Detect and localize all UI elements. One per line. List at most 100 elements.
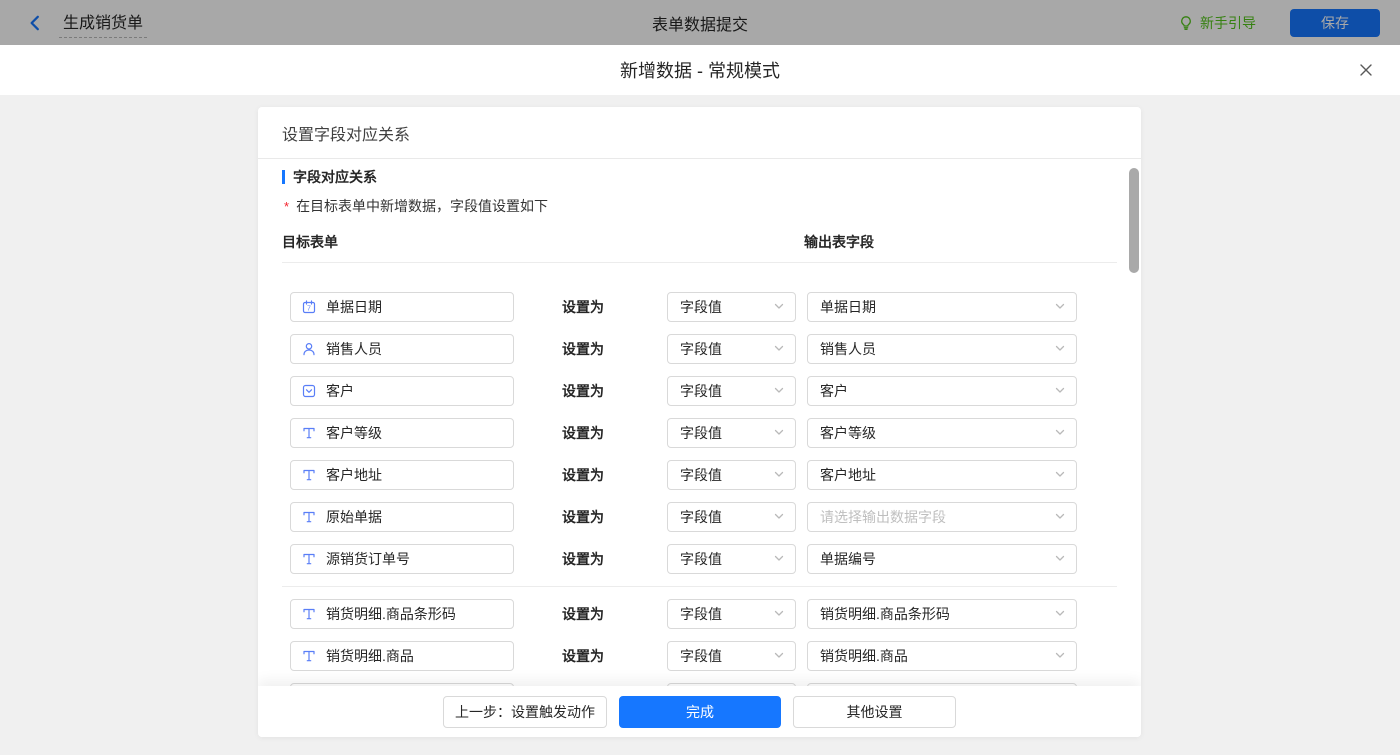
modal-overlay-mask [0, 0, 1400, 45]
chevron-down-icon [773, 299, 785, 315]
set-as-label: 设置为 [562, 465, 618, 485]
output-field-select[interactable]: 销货明细.商品条形码 [807, 599, 1077, 629]
select-placeholder: 请选择输出数据字段 [820, 507, 946, 527]
section-title: 字段对应关系 [282, 167, 1117, 187]
text-field-icon [301, 509, 317, 525]
field-mapping-card: 设置字段对应关系 字段对应关系 * 在目标表单中新增数据，字段值设置如下 目标表… [258, 107, 1141, 737]
mapping-row: 客户地址 设置为 字段值 客户地址 [282, 460, 1117, 490]
done-button[interactable]: 完成 [619, 696, 781, 728]
chevron-down-icon [1054, 509, 1066, 525]
previous-step-button[interactable]: 上一步：设置触发动作 [443, 696, 607, 728]
output-field-select[interactable]: 销货明细.商品 [807, 641, 1077, 671]
other-settings-button[interactable]: 其他设置 [793, 696, 956, 728]
target-field-box: 客户 [290, 376, 514, 406]
target-field-label: 销售人员 [326, 339, 382, 359]
chevron-down-icon [1054, 467, 1066, 483]
top-bar: 生成销货单 表单数据提交 新手引导 保存 [0, 0, 1400, 45]
mapping-row: 客户 设置为 字段值 客户 [282, 376, 1117, 406]
output-field-select[interactable]: 单据编号 [807, 544, 1077, 574]
chevron-down-icon [773, 383, 785, 399]
set-as-label: 设置为 [562, 507, 618, 527]
column-target-form: 目标表单 [282, 234, 338, 250]
date-field-icon: 7 [301, 299, 317, 315]
value-type-select[interactable]: 字段值 [667, 292, 796, 322]
target-field-box: 销货明细.商品 [290, 641, 514, 671]
target-field-label: 销货明细.商品条形码 [326, 604, 456, 624]
mapping-row: 7 单据日期 设置为 字段值 单据日期 [282, 292, 1117, 322]
mapping-row: 客户等级 设置为 字段值 客户等级 [282, 418, 1117, 448]
output-field-select[interactable]: 单据日期 [807, 292, 1077, 322]
mapping-hint: * 在目标表单中新增数据，字段值设置如下 [282, 196, 1117, 216]
chevron-down-icon [1054, 425, 1066, 441]
set-as-label: 设置为 [562, 646, 618, 666]
output-field-select[interactable]: 客户 [807, 376, 1077, 406]
mapping-row: 销货明细.商品条形码 设置为 字段值 销货明细.商品条形码 [282, 599, 1117, 629]
value-type-select[interactable]: 字段值 [667, 418, 796, 448]
mapping-row: 销货明细.商品 设置为 字段值 销货明细.商品 [282, 641, 1117, 671]
select-field-icon [301, 383, 317, 399]
chevron-down-icon [1054, 551, 1066, 567]
target-field-box: 客户等级 [290, 418, 514, 448]
output-field-select[interactable]: 请选择输出数据字段 [807, 502, 1077, 532]
text-field-icon [301, 606, 317, 622]
group-divider [282, 586, 1117, 587]
column-output-fields: 输出表字段 [804, 232, 874, 252]
text-field-icon [301, 648, 317, 664]
text-field-icon [301, 467, 317, 483]
set-as-label: 设置为 [562, 549, 618, 569]
modal-header: 新增数据 - 常规模式 [0, 45, 1400, 95]
modal-title: 新增数据 - 常规模式 [620, 57, 780, 83]
text-field-icon [301, 425, 317, 441]
target-field-box: 7 单据日期 [290, 292, 514, 322]
modal-body: 设置字段对应关系 字段对应关系 * 在目标表单中新增数据，字段值设置如下 目标表… [0, 95, 1400, 755]
target-field-label: 销货明细.商品 [326, 646, 414, 666]
value-type-select[interactable]: 字段值 [667, 544, 796, 574]
chevron-down-icon [773, 425, 785, 441]
chevron-down-icon [773, 648, 785, 664]
target-field-box: 客户地址 [290, 460, 514, 490]
set-as-label: 设置为 [562, 604, 618, 624]
chevron-down-icon [773, 467, 785, 483]
target-field-label: 客户地址 [326, 465, 382, 485]
value-type-select[interactable]: 字段值 [667, 641, 796, 671]
output-field-select[interactable]: 客户等级 [807, 418, 1077, 448]
chevron-down-icon [773, 606, 785, 622]
set-as-label: 设置为 [562, 339, 618, 359]
user-field-icon [301, 341, 317, 357]
close-icon[interactable] [1358, 62, 1374, 83]
chevron-down-icon [773, 509, 785, 525]
target-field-label: 源销货订单号 [326, 549, 410, 569]
target-field-box: 源销货订单号 [290, 544, 514, 574]
card-footer: 上一步：设置触发动作 完成 其他设置 [258, 686, 1141, 737]
set-as-label: 设置为 [562, 423, 618, 443]
target-field-label: 客户 [326, 381, 354, 401]
chevron-down-icon [1054, 648, 1066, 664]
output-field-select[interactable]: 客户地址 [807, 460, 1077, 490]
output-field-select[interactable]: 销售人员 [807, 334, 1077, 364]
chevron-down-icon [773, 341, 785, 357]
scrollbar-thumb[interactable] [1129, 168, 1139, 273]
value-type-select[interactable]: 字段值 [667, 376, 796, 406]
required-asterisk: * [284, 199, 289, 214]
section-title-bar [282, 170, 285, 184]
text-field-icon [301, 551, 317, 567]
target-field-label: 原始单据 [326, 507, 382, 527]
value-type-select[interactable]: 字段值 [667, 599, 796, 629]
value-type-select[interactable]: 字段值 [667, 502, 796, 532]
target-field-label: 单据日期 [326, 297, 382, 317]
chevron-down-icon [1054, 383, 1066, 399]
mapping-row: 源销货订单号 设置为 字段值 单据编号 [282, 544, 1117, 574]
value-type-select[interactable]: 字段值 [667, 334, 796, 364]
target-field-label: 客户等级 [326, 423, 382, 443]
set-as-label: 设置为 [562, 381, 618, 401]
chevron-down-icon [1054, 299, 1066, 315]
value-type-select[interactable]: 字段值 [667, 460, 796, 490]
mapping-rows: 7 单据日期 设置为 字段值 单据日期 [282, 292, 1117, 686]
column-headers: 目标表单 输出表字段 [282, 232, 1117, 263]
set-as-label: 设置为 [562, 297, 618, 317]
target-field-box: 原始单据 [290, 502, 514, 532]
svg-text:7: 7 [307, 306, 311, 313]
chevron-down-icon [773, 551, 785, 567]
target-field-box: 销货明细.商品条形码 [290, 599, 514, 629]
card-header: 设置字段对应关系 [258, 107, 1141, 159]
